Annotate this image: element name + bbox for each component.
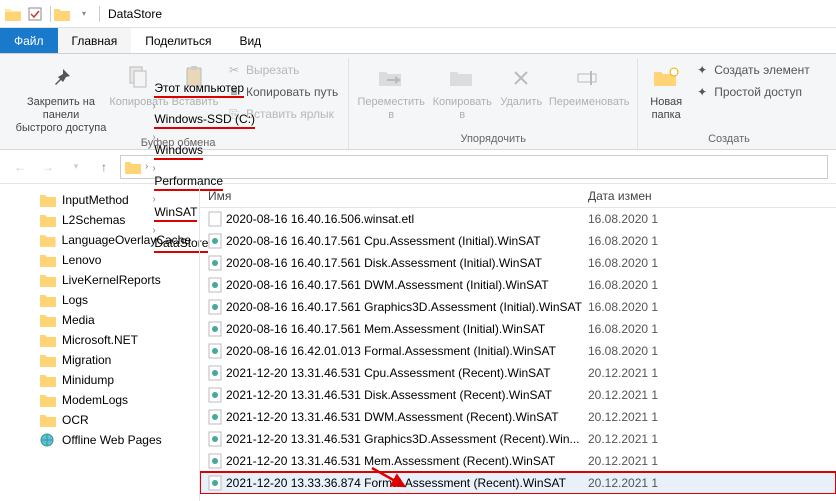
tree-item[interactable]: Minidump: [0, 370, 199, 390]
tree-item[interactable]: Lenovo: [0, 250, 199, 270]
file-icon: [208, 277, 226, 293]
move-icon: [375, 62, 407, 94]
chevron-right-icon[interactable]: ›: [143, 161, 150, 172]
folder-icon: [53, 5, 71, 23]
file-icon: [208, 211, 226, 227]
chevron-right-icon[interactable]: ›: [150, 132, 157, 143]
file-row[interactable]: 2021-12-20 13.31.46.531 Cpu.Assessment (…: [200, 362, 836, 384]
file-row[interactable]: 2020-08-16 16.40.17.561 Graphics3D.Asses…: [200, 296, 836, 318]
file-row[interactable]: 2020-08-16 16.40.17.561 DWM.Assessment (…: [200, 274, 836, 296]
file-row[interactable]: 2020-08-16 16.40.17.561 Disk.Assessment …: [200, 252, 836, 274]
new-item-icon: ✦: [694, 62, 710, 78]
new-folder-button[interactable]: Новая папка: [644, 58, 688, 131]
title-bar: ▾ DataStore: [0, 0, 836, 28]
tree-item[interactable]: Offline Web Pages: [0, 430, 199, 450]
tree-item[interactable]: LanguageOverlayCache: [0, 230, 199, 250]
ribbon: Закрепить на панели быстрого доступа Коп…: [0, 54, 836, 150]
location-bar: ← → ▾ ↑ › Этот компьютер›Windows-SSD (C:…: [0, 150, 836, 184]
content-area: InputMethodL2SchemasLanguageOverlayCache…: [0, 184, 836, 501]
tree-item[interactable]: InputMethod: [0, 190, 199, 210]
tree-item[interactable]: L2Schemas: [0, 210, 199, 230]
cut-button[interactable]: ✂Вырезать: [222, 60, 342, 80]
delete-icon: [505, 62, 537, 94]
rename-button[interactable]: Переименовать: [547, 58, 631, 131]
file-icon: [208, 431, 226, 447]
group-organize-label: Упорядочить: [460, 131, 525, 149]
tree-item[interactable]: OCR: [0, 410, 199, 430]
file-list-pane: Имя Дата измен 2020-08-16 16.40.16.506.w…: [200, 184, 836, 501]
tree-item[interactable]: ModemLogs: [0, 390, 199, 410]
file-icon: [208, 475, 226, 491]
address-bar[interactable]: › Этот компьютер›Windows-SSD (C:)›Window…: [120, 155, 828, 179]
ribbon-tabs: Файл Главная Поделиться Вид: [0, 28, 836, 54]
rename-icon: [573, 62, 605, 94]
easy-access-icon: ✦: [694, 84, 710, 100]
file-icon: [208, 343, 226, 359]
file-row[interactable]: 2020-08-16 16.42.01.013 Formal.Assessmen…: [200, 340, 836, 362]
file-row[interactable]: 2021-12-20 13.31.46.531 Graphics3D.Asses…: [200, 428, 836, 450]
file-row[interactable]: 2021-12-20 13.33.36.874 Formal.Assessmen…: [200, 472, 836, 494]
pin-icon: [45, 62, 77, 94]
chevron-down-icon[interactable]: ▾: [75, 5, 93, 23]
scissors-icon: ✂: [226, 62, 242, 78]
file-icon: [208, 299, 226, 315]
nav-back-button[interactable]: ←: [8, 155, 32, 179]
breadcrumb-item[interactable]: Windows-SSD (C:): [150, 112, 259, 129]
new-folder-icon: [650, 62, 682, 94]
breadcrumb-item[interactable]: Этот компьютер: [150, 81, 259, 98]
tab-home[interactable]: Главная: [58, 28, 132, 53]
file-icon: [208, 321, 226, 337]
column-name[interactable]: Имя: [208, 189, 588, 203]
pin-button[interactable]: Закрепить на панели быстрого доступа: [14, 58, 108, 135]
column-headers[interactable]: Имя Дата измен: [200, 184, 836, 208]
file-icon: [208, 233, 226, 249]
save-icon[interactable]: [26, 5, 44, 23]
file-row[interactable]: 2020-08-16 16.40.16.506.winsat.etl16.08.…: [200, 208, 836, 230]
nav-up-button[interactable]: ↑: [92, 155, 116, 179]
copyto-icon: [446, 62, 478, 94]
folder-icon: [4, 5, 22, 23]
file-icon: [208, 453, 226, 469]
chevron-right-icon[interactable]: ›: [150, 101, 157, 112]
group-new-label: Создать: [708, 131, 750, 149]
tree-item[interactable]: Media: [0, 310, 199, 330]
tree-item[interactable]: Microsoft.NET: [0, 330, 199, 350]
tab-share[interactable]: Поделиться: [131, 28, 225, 53]
file-row[interactable]: 2021-12-20 13.31.46.531 Mem.Assessment (…: [200, 450, 836, 472]
folder-icon: [123, 160, 143, 174]
delete-button[interactable]: Удалить: [497, 58, 545, 131]
new-item-button[interactable]: ✦Создать элемент: [690, 60, 814, 80]
column-date[interactable]: Дата измен: [588, 189, 836, 203]
tree-item[interactable]: LiveKernelReports: [0, 270, 199, 290]
file-icon: [208, 365, 226, 381]
file-row[interactable]: 2020-08-16 16.40.17.561 Mem.Assessment (…: [200, 318, 836, 340]
file-icon: [208, 387, 226, 403]
nav-forward-button[interactable]: →: [36, 155, 60, 179]
folder-tree[interactable]: InputMethodL2SchemasLanguageOverlayCache…: [0, 184, 200, 501]
breadcrumb-item[interactable]: Windows: [150, 143, 259, 160]
file-icon: [208, 255, 226, 271]
file-icon: [208, 409, 226, 425]
tree-item[interactable]: Logs: [0, 290, 199, 310]
file-row[interactable]: 2021-12-20 13.31.46.531 DWM.Assessment (…: [200, 406, 836, 428]
nav-recent-button[interactable]: ▾: [64, 155, 88, 179]
file-row[interactable]: 2021-12-20 13.31.46.531 Disk.Assessment …: [200, 384, 836, 406]
move-to-button[interactable]: Переместить в: [355, 58, 427, 131]
file-row[interactable]: 2020-08-16 16.40.17.561 Cpu.Assessment (…: [200, 230, 836, 252]
copy-to-button[interactable]: Копировать в: [429, 58, 495, 131]
tab-view[interactable]: Вид: [225, 28, 275, 53]
chevron-right-icon[interactable]: ›: [150, 163, 157, 174]
tab-file[interactable]: Файл: [0, 28, 58, 53]
window-title: DataStore: [108, 7, 162, 21]
easy-access-button[interactable]: ✦Простой доступ: [690, 82, 814, 102]
tree-item[interactable]: Migration: [0, 350, 199, 370]
